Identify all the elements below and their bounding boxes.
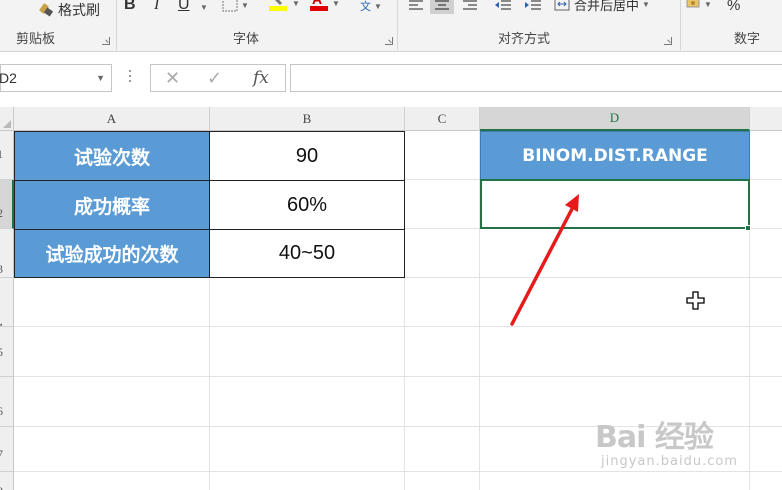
cell-cursor-icon — [686, 291, 705, 310]
baidu-watermark: Bai 经验 jingyan.baidu.com — [595, 412, 738, 469]
watermark-url: jingyan.baidu.com — [601, 454, 738, 469]
watermark-logo: Bai 经验 — [595, 420, 714, 455]
